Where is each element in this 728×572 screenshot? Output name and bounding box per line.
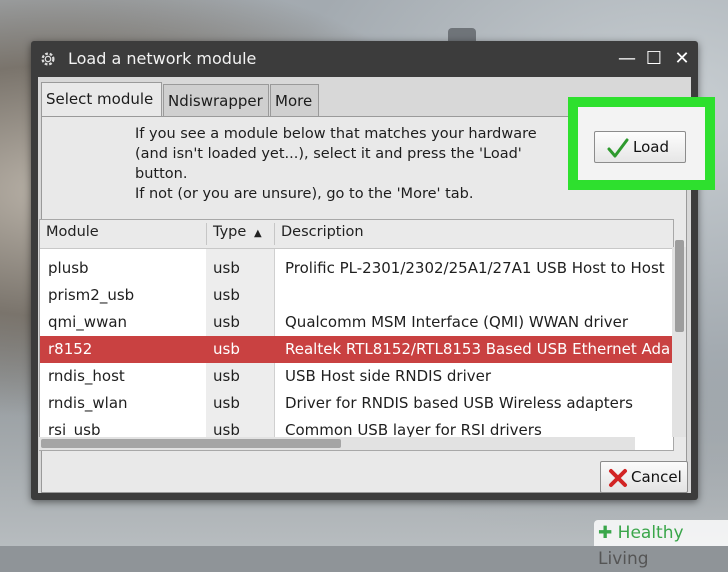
module-description: Prolific PL-2301/2302/25A1/27A1 USB Host… xyxy=(285,259,665,277)
module-type: usb xyxy=(213,286,240,304)
tab-select-module[interactable]: Select module xyxy=(41,82,162,116)
module-description: USB Host side RNDIS driver xyxy=(285,367,492,385)
column-header-type[interactable]: Type xyxy=(213,224,246,240)
module-type: usb xyxy=(213,313,240,331)
module-description: Driver for RNDIS based USB Wireless adap… xyxy=(285,394,633,412)
module-description: Realtek RTL8152/RTL8153 Based USB Ethern… xyxy=(285,340,671,358)
watermark-text: Living xyxy=(598,549,649,569)
module-description: Qualcomm MSM Interface (QMI) WWAN driver xyxy=(285,313,629,331)
module-name: qmi_wwan xyxy=(48,313,128,331)
load-button[interactable]: Load xyxy=(594,131,686,163)
column-header-module[interactable]: Module xyxy=(46,224,99,240)
watermark-brand: Healthy xyxy=(617,523,684,543)
column-separator[interactable] xyxy=(206,223,207,245)
window-title: Load a network module xyxy=(68,49,257,68)
module-name: r8152 xyxy=(48,340,93,358)
module-type: usb xyxy=(213,394,240,412)
watermark: ✚ Healthy Living xyxy=(594,520,728,569)
module-name: prism2_usb xyxy=(48,286,135,304)
cancel-button-label: Cancel xyxy=(631,468,682,486)
table-row[interactable]: rndis_wlan usb Driver for RNDIS based US… xyxy=(40,390,673,417)
module-list[interactable]: Module Type ▲ Description plusb usb Prol… xyxy=(39,219,674,451)
module-type: usb xyxy=(213,259,240,277)
table-row[interactable]: qmi_wwan usb Qualcomm MSM Interface (QMI… xyxy=(40,309,673,336)
module-name: plusb xyxy=(48,259,89,277)
instructions-line: (and isn't loaded yet...), select it and… xyxy=(135,146,522,162)
instructions-text: If you see a module below that matches y… xyxy=(135,124,537,204)
checkmark-icon xyxy=(607,138,629,158)
tab-more[interactable]: More xyxy=(270,84,319,116)
instructions-line: If not (or you are unsure), go to the 'M… xyxy=(135,186,474,202)
table-row[interactable]: prism2_usb usb xyxy=(40,282,673,309)
column-separator[interactable] xyxy=(274,223,275,245)
gear-icon xyxy=(41,52,55,66)
module-name: rndis_host xyxy=(48,367,125,385)
module-type: usb xyxy=(213,367,240,385)
vertical-scroll-thumb[interactable] xyxy=(675,240,684,332)
maximize-button[interactable]: ☐ xyxy=(643,49,665,69)
horizontal-scroll-thumb[interactable] xyxy=(41,439,341,448)
table-row-selected[interactable]: r8152 usb Realtek RTL8152/RTL8153 Based … xyxy=(40,336,673,363)
minimize-button[interactable]: — xyxy=(616,49,638,69)
instructions-line: If you see a module below that matches y… xyxy=(135,126,537,142)
tab-ndiswrapper[interactable]: Ndiswrapper xyxy=(163,84,269,116)
table-row[interactable]: rndis_host usb USB Host side RNDIS drive… xyxy=(40,363,673,390)
instructions-line: button. xyxy=(135,166,188,182)
table-row[interactable]: plusb usb Prolific PL-2301/2302/25A1/27A… xyxy=(40,255,673,282)
load-button-label: Load xyxy=(633,138,669,156)
module-type: usb xyxy=(213,340,240,358)
module-name: rndis_wlan xyxy=(48,394,128,412)
column-header-description[interactable]: Description xyxy=(281,224,364,240)
plus-icon: ✚ xyxy=(598,523,613,543)
close-button[interactable]: ✕ xyxy=(671,49,693,69)
sort-ascending-icon: ▲ xyxy=(254,228,262,239)
cancel-button[interactable]: Cancel xyxy=(600,461,688,493)
table-header: Module Type ▲ Description xyxy=(40,220,673,249)
title-bar[interactable]: Load a network module — ☐ ✕ xyxy=(31,41,698,77)
red-x-icon xyxy=(609,469,627,487)
